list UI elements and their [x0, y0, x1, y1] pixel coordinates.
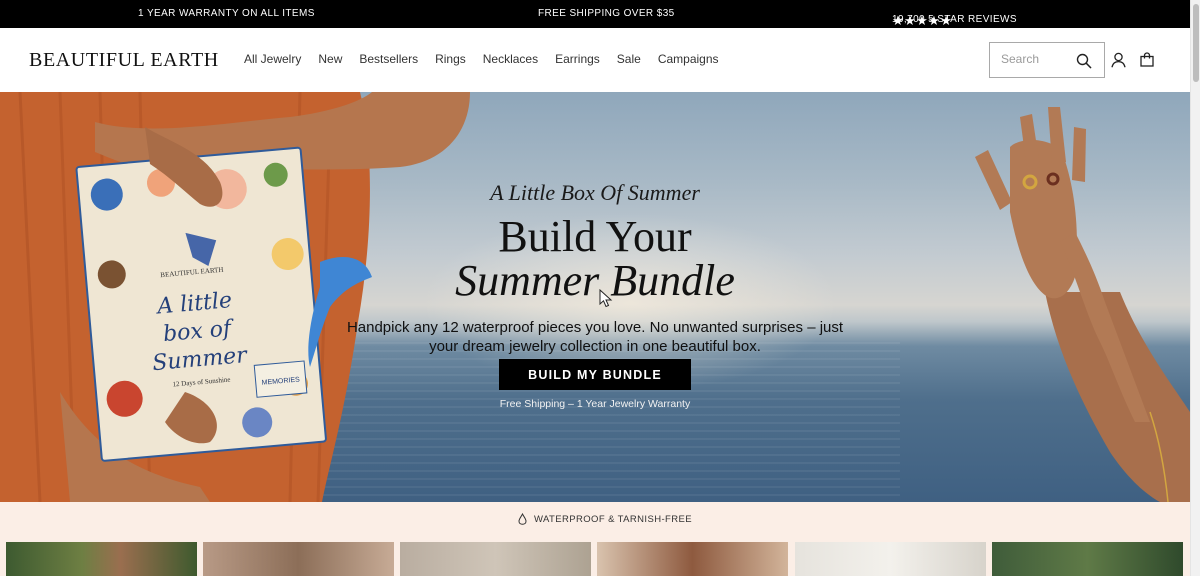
nav-sale[interactable]: Sale [617, 52, 641, 66]
shipping-announcement: FREE SHIPPING OVER $35 [538, 8, 675, 19]
account-icon[interactable] [1111, 52, 1126, 68]
water-drop-icon [518, 513, 527, 525]
nav-campaigns[interactable]: Campaigns [658, 52, 719, 66]
usp-band: WATERPROOF & TARNISH-FREE [0, 502, 1190, 536]
nav-earrings[interactable]: Earrings [555, 52, 600, 66]
search-input[interactable] [1001, 52, 1071, 66]
nav-all-jewelry[interactable]: All Jewelry [244, 52, 301, 66]
site-header: BEAUTIFUL EARTH All Jewelry New Bestsell… [0, 28, 1190, 92]
main-nav: All Jewelry New Bestsellers Rings Neckla… [244, 52, 736, 66]
search-box[interactable] [989, 42, 1105, 78]
page: 1 YEAR WARRANTY ON ALL ITEMS FREE SHIPPI… [0, 0, 1200, 576]
warranty-announcement: 1 YEAR WARRANTY ON ALL ITEMS [138, 8, 315, 19]
shopping-bag-icon[interactable] [1140, 52, 1154, 67]
scrollbar-thumb[interactable] [1193, 4, 1199, 82]
nav-new[interactable]: New [318, 52, 342, 66]
page-scrollbar[interactable] [1190, 0, 1200, 576]
build-my-bundle-button[interactable]: BUILD MY BUNDLE [499, 359, 691, 390]
product-tile[interactable] [597, 542, 788, 576]
announcement-bar: 1 YEAR WARRANTY ON ALL ITEMS FREE SHIPPI… [0, 0, 1190, 28]
hero-shipping-note: Free Shipping – 1 Year Jewelry Warranty [499, 398, 691, 410]
mouse-cursor-icon [599, 289, 613, 308]
hero-title-line-2: Summer Bundle [455, 256, 735, 305]
product-tile[interactable] [203, 542, 394, 576]
reviews-count: 19,700 5 STAR REVIEWS [892, 14, 1017, 25]
product-strip [0, 542, 1190, 576]
product-tile[interactable] [6, 542, 197, 576]
hero-banner: BEAUTIFUL EARTH A little box of Summer 1… [0, 92, 1190, 502]
usp-item: WATERPROOF & TARNISH-FREE [518, 513, 692, 525]
search-icon[interactable] [1076, 53, 1092, 69]
product-tile[interactable] [400, 542, 591, 576]
usp-text: WATERPROOF & TARNISH-FREE [534, 513, 692, 525]
nav-necklaces[interactable]: Necklaces [483, 52, 538, 66]
hero-eyebrow: A Little Box Of Summer [490, 180, 700, 205]
product-tile[interactable] [795, 542, 986, 576]
nav-rings[interactable]: Rings [435, 52, 466, 66]
brand-logo[interactable]: BEAUTIFUL EARTH [29, 49, 219, 72]
nav-bestsellers[interactable]: Bestsellers [359, 52, 418, 66]
product-tile[interactable] [992, 542, 1183, 576]
hero-title-line-1: Build Your [498, 212, 692, 261]
hero-copy: A Little Box Of Summer Build Your Summer… [340, 180, 850, 356]
hero-description: Handpick any 12 waterproof pieces you lo… [346, 319, 844, 355]
